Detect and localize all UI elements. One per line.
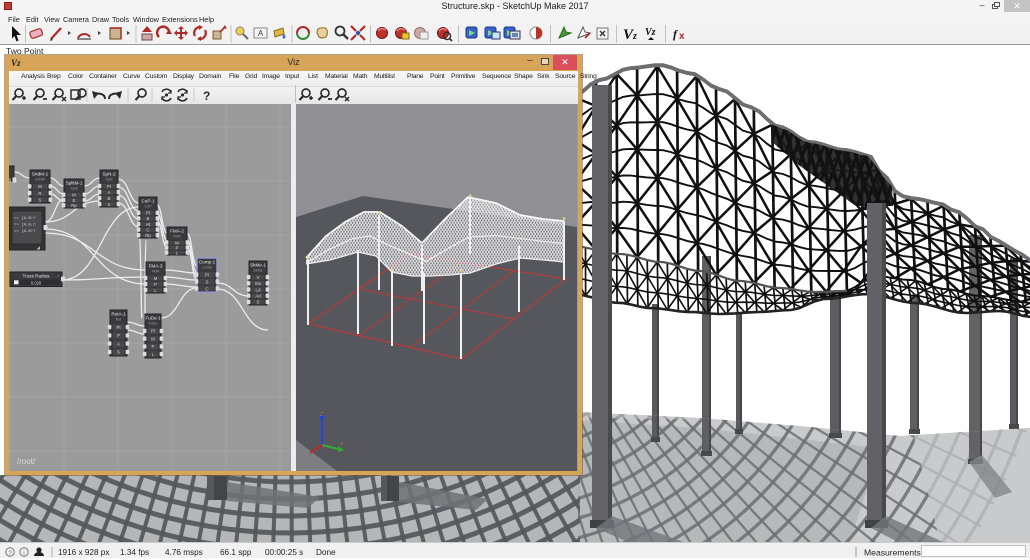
svg-text:S: S bbox=[9, 178, 11, 183]
svg-text:CoP: CoP bbox=[145, 205, 153, 209]
svg-text:00:00:25 s: 00:00:25 s bbox=[265, 548, 303, 557]
svg-text:P: P bbox=[154, 282, 157, 287]
svg-text:=> [A,B,C: => [A,B,C bbox=[14, 223, 36, 228]
svg-text:FMA: FMA bbox=[152, 270, 160, 274]
svg-text:Vz: Vz bbox=[623, 27, 637, 43]
svg-text:CoP-1: CoP-1 bbox=[141, 199, 154, 204]
svg-text:Ld: Ld bbox=[256, 287, 261, 292]
svg-text:◢: ◢ bbox=[37, 245, 41, 250]
svg-text:1916 x 928 px: 1916 x 928 px bbox=[58, 548, 109, 557]
svg-text:A: A bbox=[108, 190, 111, 195]
svg-text:Pl: Pl bbox=[107, 184, 111, 189]
svg-text:Split: Split bbox=[71, 187, 78, 191]
svg-text:S: S bbox=[117, 350, 120, 355]
svg-text:FMA-2: FMA-2 bbox=[170, 229, 184, 234]
svg-text:SkMe-1: SkMe-1 bbox=[250, 263, 266, 268]
svg-text:S: S bbox=[257, 300, 260, 305]
svg-text:C: C bbox=[146, 227, 149, 232]
svg-text:SrtdM: SrtdM bbox=[35, 178, 45, 182]
svg-text:B: B bbox=[108, 196, 111, 201]
svg-text:SrtdM-1: SrtdM-1 bbox=[32, 172, 49, 177]
svg-text:Done: Done bbox=[316, 548, 336, 557]
svg-text:FMA-3: FMA-3 bbox=[149, 264, 163, 269]
svg-text:Comp: Comp bbox=[202, 266, 212, 270]
svg-text:i: i bbox=[23, 550, 24, 557]
svg-text:RotA-1: RotA-1 bbox=[111, 312, 126, 317]
svg-text:?: ? bbox=[8, 550, 12, 557]
svg-text:Measurements: Measurements bbox=[864, 548, 921, 558]
svg-text:A: A bbox=[117, 341, 120, 346]
svg-text:SkMe: SkMe bbox=[253, 269, 262, 273]
svg-text:4.76 msps: 4.76 msps bbox=[165, 548, 203, 557]
svg-text:1.34 fps: 1.34 fps bbox=[120, 548, 149, 557]
svg-text:S: S bbox=[206, 279, 209, 284]
svg-text:M: M bbox=[38, 184, 42, 189]
svg-text:Rp: Rp bbox=[71, 203, 77, 208]
svg-text:Rot: Rot bbox=[116, 318, 122, 322]
svg-text:E: E bbox=[73, 198, 76, 203]
svg-text:SpN-2: SpN-2 bbox=[102, 172, 115, 177]
svg-text:B: B bbox=[147, 216, 150, 221]
svg-text:P: P bbox=[117, 333, 120, 338]
svg-text:SplitM-1: SplitM-1 bbox=[66, 181, 83, 186]
svg-text:66.1 spp: 66.1 spp bbox=[220, 548, 252, 557]
svg-text:x: x bbox=[679, 31, 685, 42]
svg-text:f: f bbox=[673, 27, 678, 41]
svg-text:Vz: Vz bbox=[645, 27, 656, 38]
svg-text:Sm: Sm bbox=[255, 281, 262, 286]
svg-text:FuDe: FuDe bbox=[149, 322, 158, 326]
svg-text:FuDe-1: FuDe-1 bbox=[145, 316, 161, 321]
svg-text:SpN: SpN bbox=[106, 178, 113, 182]
svg-text:M: M bbox=[154, 276, 158, 281]
svg-text:Rp: Rp bbox=[145, 233, 151, 238]
svg-text:R: R bbox=[38, 191, 41, 196]
svg-text:=> [A,B+7: => [A,B+7 bbox=[14, 229, 36, 234]
svg-text:Pl: Pl bbox=[117, 325, 121, 330]
svg-text:=> [A,B+7: => [A,B+7 bbox=[14, 216, 36, 221]
svg-text:Z: Z bbox=[320, 412, 323, 418]
svg-text:C: C bbox=[205, 286, 208, 291]
svg-text:V: V bbox=[257, 275, 260, 280]
svg-text:Ad: Ad bbox=[255, 294, 261, 299]
svg-text:Pl: Pl bbox=[205, 272, 209, 277]
svg-text:S: S bbox=[108, 202, 111, 207]
svg-text:Truss Radius: Truss Radius bbox=[23, 274, 51, 279]
svg-text:S: S bbox=[39, 198, 42, 203]
svg-text:/root/: /root/ bbox=[17, 457, 36, 466]
svg-text:A: A bbox=[258, 29, 264, 38]
svg-text:P: P bbox=[152, 344, 155, 349]
svg-text:Comp-1: Comp-1 bbox=[199, 260, 216, 265]
svg-text:M: M bbox=[151, 336, 155, 341]
svg-text:Pl: Pl bbox=[146, 211, 150, 216]
svg-text:M: M bbox=[72, 193, 76, 198]
svg-text:Ht: Ht bbox=[146, 222, 151, 227]
svg-text:Pl: Pl bbox=[151, 329, 155, 334]
svg-text:FMA: FMA bbox=[173, 235, 181, 239]
svg-text:0.026: 0.026 bbox=[31, 280, 42, 285]
